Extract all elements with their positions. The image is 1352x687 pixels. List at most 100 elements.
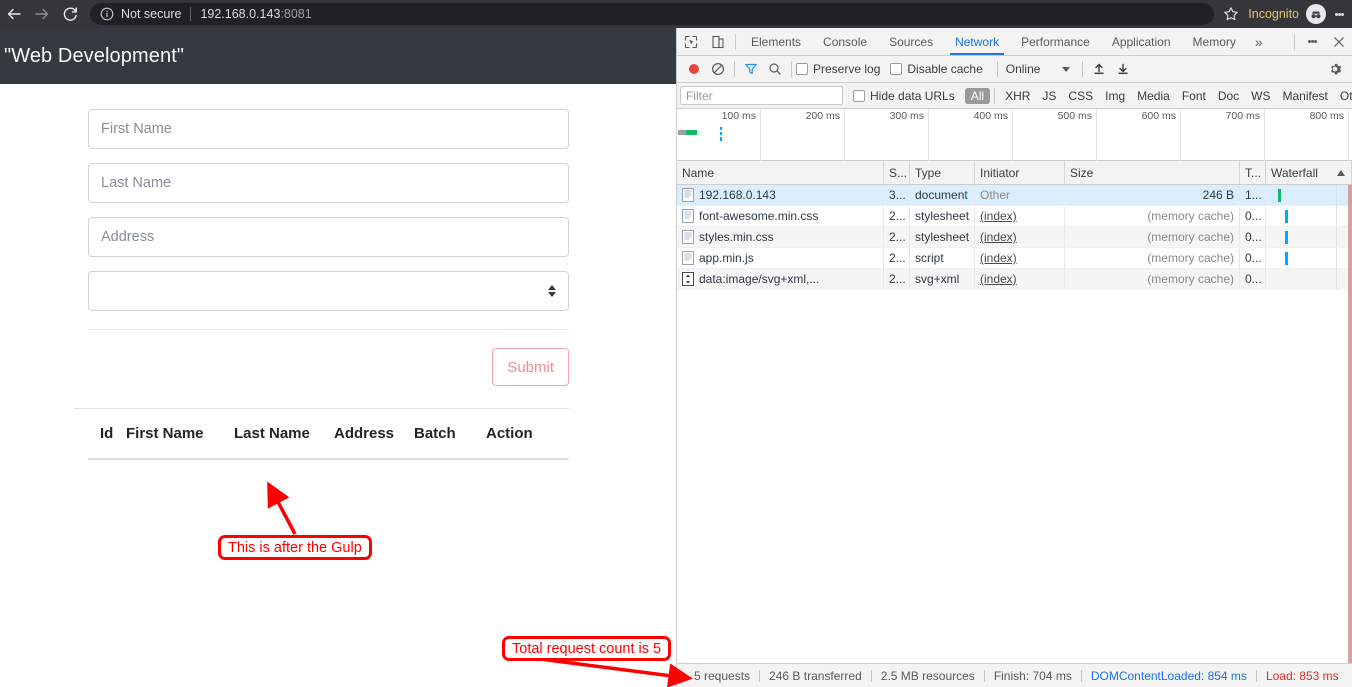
cell-initiator[interactable]: (index)	[975, 248, 1065, 268]
menu-dot	[1340, 12, 1344, 16]
tab-console[interactable]: Console	[812, 28, 878, 55]
tab-memory[interactable]: Memory	[1182, 28, 1247, 55]
clear-network-icon	[711, 62, 725, 76]
checkbox-box	[853, 89, 865, 102]
tab-sources[interactable]: Sources	[878, 28, 944, 55]
devtools-panel: Elements Console Sources Network Perform…	[676, 28, 1352, 687]
column-header-type[interactable]: Type	[910, 161, 975, 184]
network-filter-bar: Filter Hide data URLs All XHR JS CSS Img…	[677, 83, 1352, 109]
filter-type-css[interactable]: CSS	[1062, 88, 1099, 104]
last-name-input[interactable]: Last Name	[88, 163, 569, 203]
device-toolbar-button[interactable]	[704, 29, 731, 55]
column-header-waterfall[interactable]: Waterfall	[1266, 161, 1352, 184]
filter-toggle-button[interactable]	[739, 57, 763, 81]
devtools-close-button[interactable]	[1325, 29, 1352, 55]
incognito-avatar[interactable]	[1306, 4, 1326, 24]
info-circle-icon[interactable]	[100, 7, 114, 21]
disable-cache-checkbox[interactable]: Disable cache	[890, 62, 983, 76]
filter-type-font[interactable]: Font	[1176, 88, 1212, 104]
table-row[interactable]: font-awesome.min.css 2... stylesheet (in…	[677, 206, 1352, 227]
initiator-link[interactable]: (index)	[980, 251, 1017, 265]
initiator-link[interactable]: (index)	[980, 230, 1017, 244]
preserve-log-checkbox[interactable]: Preserve log	[796, 62, 880, 76]
search-button[interactable]	[763, 57, 787, 81]
export-har-icon	[1118, 63, 1128, 74]
devtools-scrollbar[interactable]	[1348, 185, 1352, 663]
first-name-input[interactable]: First Name	[88, 109, 569, 149]
column-header-initiator[interactable]: Initiator	[975, 161, 1065, 184]
address-bar[interactable]: Not secure 192.168.0.143:8081	[90, 3, 1215, 25]
overview-tick-label: 700 ms	[1225, 110, 1260, 122]
bookmark-button[interactable]	[1218, 0, 1244, 28]
forward-button[interactable]	[28, 0, 56, 28]
network-overview-timeline[interactable]: 100 ms 200 ms 300 ms 400 ms 500 ms 600 m…	[677, 109, 1352, 161]
column-header-size[interactable]: Size	[1065, 161, 1240, 184]
submit-button[interactable]: Submit	[492, 348, 569, 386]
tab-elements[interactable]: Elements	[740, 28, 812, 55]
cell-time: 0...	[1240, 227, 1266, 247]
filter-type-doc[interactable]: Doc	[1212, 88, 1245, 104]
tab-label: Sources	[889, 34, 934, 49]
column-header-name[interactable]: Name	[677, 161, 884, 184]
cell-name[interactable]: app.min.js	[677, 248, 884, 268]
filter-type-ws[interactable]: WS	[1245, 88, 1276, 104]
filter-type-other[interactable]: Other	[1334, 88, 1352, 104]
table-row[interactable]: styles.min.css 2... stylesheet (index) (…	[677, 227, 1352, 248]
devtools-menu-button[interactable]	[1299, 29, 1325, 55]
filter-input[interactable]: Filter	[680, 86, 843, 105]
clear-network-button[interactable]	[706, 57, 730, 81]
waterfall-gridline	[1336, 269, 1337, 289]
table-row[interactable]: data:image/svg+xml,... 2... svg+xml (ind…	[677, 269, 1352, 290]
tab-application[interactable]: Application	[1101, 28, 1182, 55]
tab-performance[interactable]: Performance	[1010, 28, 1101, 55]
filter-type-media[interactable]: Media	[1131, 88, 1176, 104]
export-har-button[interactable]	[1111, 57, 1135, 81]
stylesheet-file-icon	[682, 209, 694, 223]
record-button[interactable]	[682, 57, 706, 81]
cell-initiator[interactable]: (index)	[975, 227, 1065, 247]
filter-type-all[interactable]: All	[964, 87, 991, 104]
filter-type-img[interactable]: Img	[1099, 88, 1131, 104]
address-input[interactable]: Address	[88, 217, 569, 257]
cell-name[interactable]: 192.168.0.143	[677, 185, 884, 205]
column-header-status[interactable]: S...	[884, 161, 910, 184]
tab-label: Application	[1111, 34, 1171, 49]
cell-size: (memory cache)	[1065, 269, 1240, 289]
image-file-icon	[682, 272, 694, 286]
overview-tick-label: 600 ms	[1141, 110, 1176, 122]
checkbox-box	[796, 63, 808, 75]
import-har-button[interactable]	[1087, 57, 1111, 81]
table-row[interactable]: 192.168.0.143 3... document Other 246 B …	[677, 185, 1352, 206]
overview-tick-label: 300 ms	[889, 110, 924, 122]
cell-initiator[interactable]: (index)	[975, 206, 1065, 226]
initiator-link[interactable]: (index)	[980, 272, 1017, 286]
cell-type: document	[910, 185, 975, 205]
annotation-label-request-count: Total request count is 5	[502, 636, 672, 661]
filter-type-js[interactable]: JS	[1036, 88, 1062, 104]
throttle-dropdown[interactable]: Online	[1006, 62, 1071, 76]
tab-network[interactable]: Network	[944, 28, 1010, 55]
filter-type-manifest[interactable]: Manifest	[1277, 88, 1334, 104]
chevron-double-right-icon[interactable]: »	[1247, 34, 1271, 50]
inspect-element-button[interactable]	[677, 29, 704, 55]
column-header-time[interactable]: T...	[1240, 161, 1266, 184]
table-row[interactable]: app.min.js 2... script (index) (memory c…	[677, 248, 1352, 269]
initiator-link[interactable]: (index)	[980, 209, 1017, 223]
filter-type-xhr[interactable]: XHR	[999, 88, 1036, 104]
cell-name[interactable]: data:image/svg+xml,...	[677, 269, 884, 289]
cell-name[interactable]: styles.min.css	[677, 227, 884, 247]
back-button[interactable]	[0, 0, 28, 28]
hide-data-urls-checkbox[interactable]: Hide data URLs	[853, 89, 955, 103]
address-placeholder: Address	[101, 229, 155, 245]
batch-select[interactable]	[88, 271, 569, 311]
cell-initiator[interactable]: (index)	[975, 269, 1065, 289]
network-settings-button[interactable]	[1323, 57, 1347, 81]
reload-button[interactable]	[56, 0, 84, 28]
cell-initiator: Other	[975, 185, 1065, 205]
cell-name[interactable]: font-awesome.min.css	[677, 206, 884, 226]
network-request-list[interactable]: 192.168.0.143 3... document Other 246 B …	[677, 185, 1352, 663]
browser-menu-button[interactable]	[1326, 0, 1352, 28]
status-resources: 2.5 MB resources	[880, 668, 975, 683]
stylesheet-file-icon	[682, 230, 694, 244]
status-transferred: 246 B transferred	[769, 668, 862, 683]
